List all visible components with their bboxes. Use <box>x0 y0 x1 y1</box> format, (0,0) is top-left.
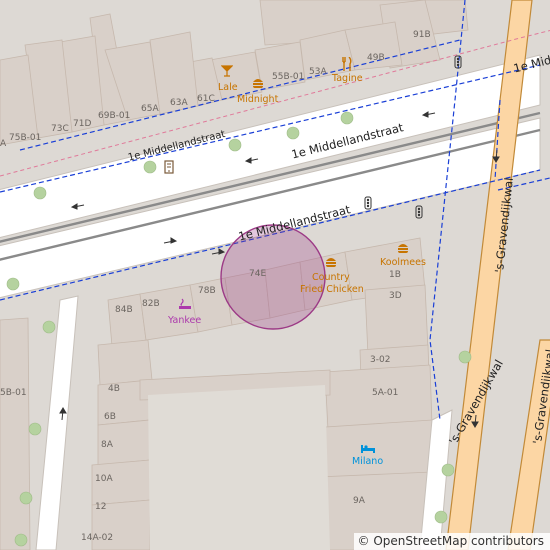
house-number: 6B <box>104 412 116 422</box>
house-number: 1B <box>389 270 401 280</box>
house-number: 78B <box>198 286 216 296</box>
house-number: 82B <box>142 299 160 309</box>
poi-label-yankee[interactable]: Yankee <box>168 315 201 326</box>
poi-label-country[interactable]: Country <box>312 272 350 283</box>
fast-food-icon[interactable] <box>397 242 409 254</box>
house-number: 12 <box>95 502 107 512</box>
fast-food-icon[interactable] <box>325 256 337 268</box>
poi-label-tagine[interactable]: Tagine <box>332 73 363 84</box>
house-number: 10A <box>95 474 113 484</box>
courtyard <box>148 385 330 550</box>
house-number: 49B <box>367 53 385 63</box>
poi-label-lale[interactable]: Lale <box>218 82 238 93</box>
house-number: 53A <box>309 67 327 77</box>
house-number: 74E <box>249 269 267 279</box>
restaurant-icon[interactable] <box>341 57 353 71</box>
house-number: 91B <box>413 30 431 40</box>
house-number: 14A-02 <box>81 533 114 543</box>
house-number: 3-02 <box>370 355 391 365</box>
poi-label-koolmees[interactable]: Koolmees <box>380 257 426 268</box>
highlight-circle <box>220 224 326 330</box>
bar-icon[interactable] <box>221 65 233 77</box>
house-number: 5B-01 <box>0 388 27 398</box>
poi-label-milano[interactable]: Milano <box>352 456 383 467</box>
house-number: 73C <box>51 124 69 134</box>
poi-label-midnight[interactable]: Midnight <box>237 94 278 105</box>
traffic-signal-icon <box>454 55 462 69</box>
house-number: 9A <box>353 496 365 506</box>
tram-stop-icon[interactable] <box>164 160 174 174</box>
house-number: 3D <box>389 291 402 301</box>
traffic-signal-icon <box>364 196 372 210</box>
house-number: 55B-01 <box>272 72 305 82</box>
traffic-signal-icon <box>415 205 423 219</box>
house-number: A <box>0 139 7 149</box>
house-number: 65A <box>141 104 159 114</box>
house-number: 69B-01 <box>98 111 131 121</box>
map-attribution[interactable]: © OpenStreetMap contributors <box>353 533 550 550</box>
hotel-icon[interactable] <box>361 443 375 453</box>
map-base-layer <box>0 0 550 550</box>
house-number: 4B <box>108 384 120 394</box>
fast-food-icon[interactable] <box>252 77 264 89</box>
house-number: 8A <box>101 440 113 450</box>
map-canvas[interactable]: 1e Middellandstraat 1e Middellandstraat … <box>0 0 550 550</box>
house-number: 5A-01 <box>372 388 399 398</box>
poi-label-fried-chicken[interactable]: Fried Chicken <box>300 284 364 295</box>
house-number: 63A <box>170 98 188 108</box>
house-number: 84B <box>115 305 133 315</box>
house-number: 71D <box>73 119 92 129</box>
tobacco-shop-icon[interactable] <box>179 298 191 310</box>
house-number: 75B-01 <box>9 133 42 143</box>
house-number: 61C <box>197 94 215 104</box>
